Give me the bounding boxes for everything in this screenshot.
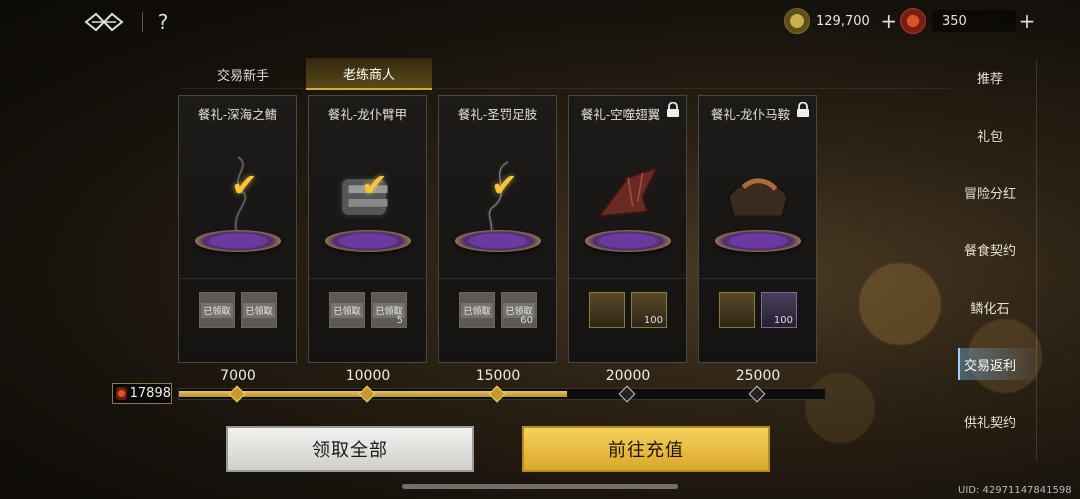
reward-card[interactable]: 餐礼-龙仆马鞍 100: [698, 95, 817, 363]
tab-novice-trader[interactable]: 交易新手: [180, 58, 306, 90]
user-id: UID: 42971147841598: [958, 485, 1072, 496]
home-indicator[interactable]: [402, 484, 678, 489]
card-title: 餐礼-深海之鳍: [197, 107, 278, 122]
side-menu-line: [1036, 60, 1037, 460]
current-points-badge: 17898: [112, 383, 172, 404]
reward-slot[interactable]: 已领取: [199, 292, 235, 328]
gold-coin-icon: [784, 8, 810, 34]
reward-slots: 已领取 已领取 60: [459, 292, 537, 328]
milestone-label: 15000: [475, 368, 521, 384]
lock-icon: [667, 102, 679, 117]
sidebar-item-trade-rebate[interactable]: 交易返利: [948, 355, 1032, 374]
card-title: 餐礼-圣罚足肢: [457, 107, 538, 122]
gem-currency: 350 +: [900, 8, 1036, 34]
sidebar-item-scale-fossil[interactable]: 鳞化石: [948, 298, 1032, 317]
back-logo-icon[interactable]: [76, 8, 132, 36]
reward-slots: 已领取 已领取 5: [329, 292, 407, 328]
milestone-label: 10000: [345, 368, 391, 384]
milestone-label: 7000: [220, 368, 256, 384]
milestone-label: 20000: [605, 368, 651, 384]
reward-card[interactable]: 餐礼-龙仆臂甲 ✔ 已领取 已领取 5: [308, 95, 427, 363]
check-icon: ✔: [491, 166, 518, 204]
reward-slots: 100: [589, 292, 667, 328]
milestone-label: 25000: [735, 368, 781, 384]
reward-slot[interactable]: 已领取 60: [501, 292, 537, 328]
pedestal: [455, 230, 541, 252]
reward-slot[interactable]: 已领取: [459, 292, 495, 328]
reward-slot[interactable]: 已领取 5: [371, 292, 407, 328]
gold-currency: 129,700 +: [784, 8, 898, 34]
reward-slot-scroll[interactable]: 100: [631, 292, 667, 328]
reward-slot[interactable]: 已领取: [241, 292, 277, 328]
add-gem-button[interactable]: +: [1018, 11, 1036, 31]
points-icon: [116, 387, 127, 400]
reward-card[interactable]: 餐礼-深海之鳍 ✔ 已领取 已领取: [178, 95, 297, 363]
reward-slots: 100: [719, 292, 797, 328]
tab-bar: 交易新手 老练商人: [180, 58, 432, 90]
sidebar-item-adventure-dividend[interactable]: 冒险分红: [948, 183, 1032, 202]
sidebar-item-meal-contract[interactable]: 餐食契约: [948, 240, 1032, 259]
top-bar: ? 129,700 + 350 +: [0, 0, 1080, 44]
pedestal: [325, 230, 411, 252]
help-button[interactable]: ?: [152, 10, 174, 34]
card-title: 餐礼-龙仆臂甲: [327, 107, 408, 122]
gem-value: 350: [932, 10, 1016, 32]
tab-underline: [180, 88, 950, 89]
reward-slot-bag[interactable]: 100: [761, 292, 797, 328]
gold-value: 129,700: [816, 13, 870, 29]
pedestal: [585, 230, 671, 252]
sidebar-item-gift-pack[interactable]: 礼包: [948, 126, 1032, 145]
reward-slots: 已领取 已领取: [199, 292, 277, 328]
background-coins: [780, 200, 1080, 460]
pedestal: [715, 230, 801, 252]
sidebar-item-recommend[interactable]: 推荐: [948, 68, 1032, 87]
claim-all-button[interactable]: 领取全部: [226, 426, 474, 472]
divider: [142, 12, 143, 32]
reward-card[interactable]: 餐礼-空噬翅翼 100: [568, 95, 687, 363]
tab-veteran-merchant[interactable]: 老练商人: [306, 58, 432, 90]
reward-slot[interactable]: 已领取: [329, 292, 365, 328]
sidebar-item-offering-contract[interactable]: 供礼契约: [948, 412, 1032, 431]
add-gold-button[interactable]: +: [880, 11, 898, 31]
reward-slot-portrait[interactable]: [589, 292, 625, 328]
reward-card[interactable]: 餐礼-圣罚足肢 ✔ 已领取 已领取 60: [438, 95, 557, 363]
gem-icon: [900, 8, 926, 34]
go-recharge-button[interactable]: 前往充值: [522, 426, 770, 472]
lock-icon: [797, 102, 809, 117]
pedestal: [195, 230, 281, 252]
check-icon: ✔: [231, 166, 258, 204]
check-icon: ✔: [361, 166, 388, 204]
reward-slot-portrait[interactable]: [719, 292, 755, 328]
